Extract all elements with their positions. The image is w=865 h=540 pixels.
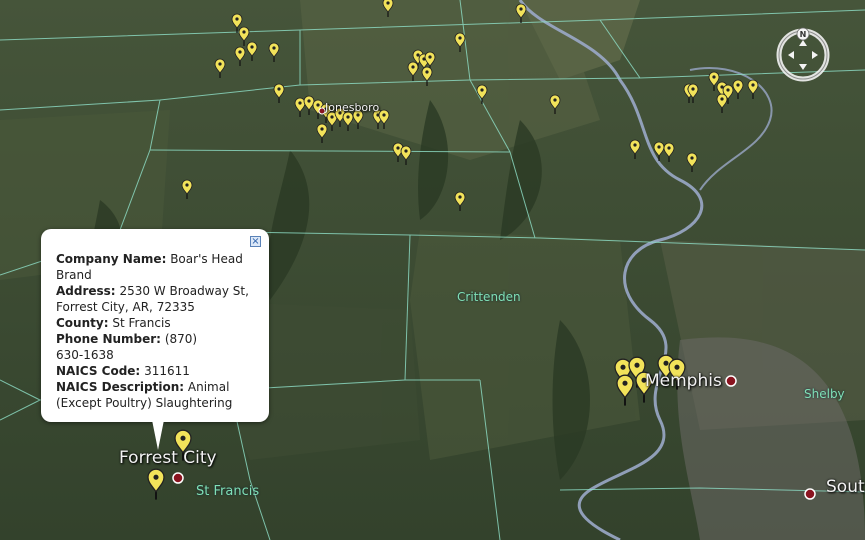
naics-code-value: 311611	[144, 364, 190, 378]
county-value: St Francis	[112, 316, 171, 330]
placemark-info-balloon: × Company Name: Boar's Head Brand Addres…	[41, 229, 269, 422]
county-label-st-francis: St Francis	[196, 484, 260, 499]
phone-value-line2: 630-1638	[56, 348, 114, 362]
county-label: County:	[56, 316, 109, 330]
address-value-line2: Forrest City, AR, 72335	[56, 300, 195, 314]
city-label-south: Sout	[826, 477, 865, 497]
address-row: Address: 2530 W Broadway St,	[56, 283, 255, 299]
balloon-pointer	[152, 420, 164, 450]
compass-up-arrow[interactable]	[799, 40, 807, 46]
naics-desc-label: NAICS Description:	[56, 380, 185, 394]
company-label: Company Name:	[56, 252, 167, 266]
address-value: 2530 W Broadway St,	[119, 284, 249, 298]
city-label-memphis: Memphis	[645, 371, 722, 391]
company-value: Boar's Head	[170, 252, 243, 266]
address-label: Address:	[56, 284, 116, 298]
memphis-dot[interactable]	[725, 375, 737, 387]
naics-code-row: NAICS Code: 311611	[56, 363, 255, 379]
phone-value: (870)	[164, 332, 198, 346]
south-dot[interactable]	[804, 488, 816, 500]
compass-right-arrow[interactable]	[812, 51, 818, 59]
compass-north-label: N	[800, 30, 807, 39]
compass-down-arrow[interactable]	[799, 64, 807, 70]
naics-desc-value: Animal	[187, 380, 230, 394]
forrest-city-dot[interactable]	[172, 472, 184, 484]
naics-desc-row: NAICS Description: Animal	[56, 379, 255, 395]
county-label-shelby: Shelby	[804, 387, 845, 401]
phone-label: Phone Number:	[56, 332, 161, 346]
compass-left-arrow[interactable]	[788, 51, 794, 59]
city-label-jonesboro: Jonesboro	[325, 101, 380, 114]
company-row: Company Name: Boar's Head	[56, 251, 255, 267]
company-value-line2: Brand	[56, 268, 92, 282]
county-row: County: St Francis	[56, 315, 255, 331]
phone-row: Phone Number: (870)	[56, 331, 255, 347]
naics-code-label: NAICS Code:	[56, 364, 141, 378]
close-button[interactable]: ×	[250, 236, 261, 247]
city-label-forrest-city: Forrest City	[119, 448, 217, 468]
county-label-crittenden: Crittenden	[457, 290, 521, 304]
navigation-compass[interactable]: N	[774, 26, 832, 84]
naics-desc-value-line2: (Except Poultry) Slaughtering	[56, 396, 233, 410]
